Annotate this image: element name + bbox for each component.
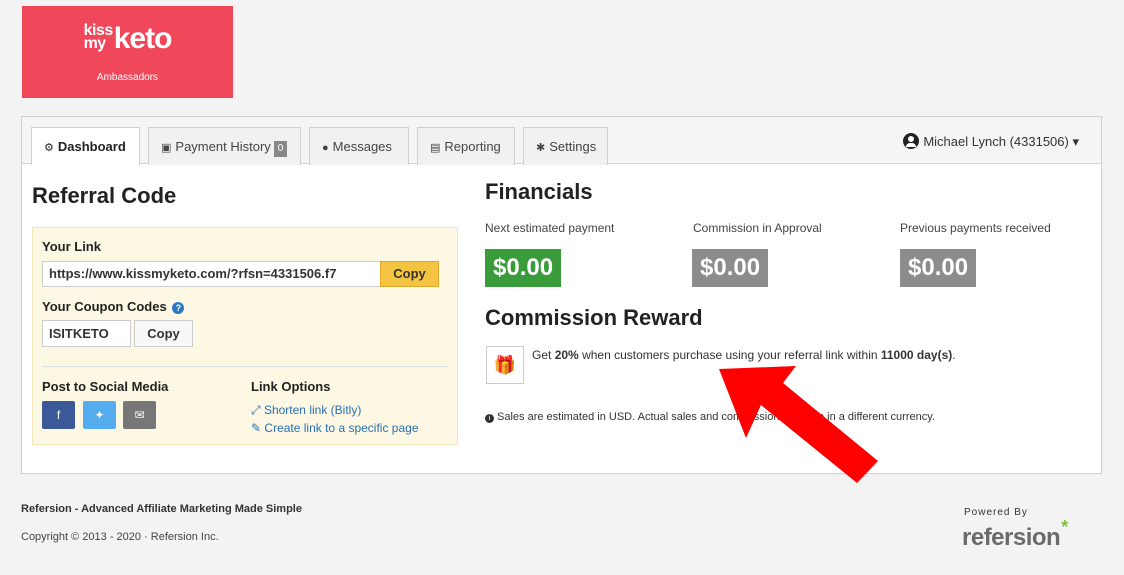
arrow-shape (719, 366, 878, 483)
red-arrow-annotation (719, 366, 878, 483)
